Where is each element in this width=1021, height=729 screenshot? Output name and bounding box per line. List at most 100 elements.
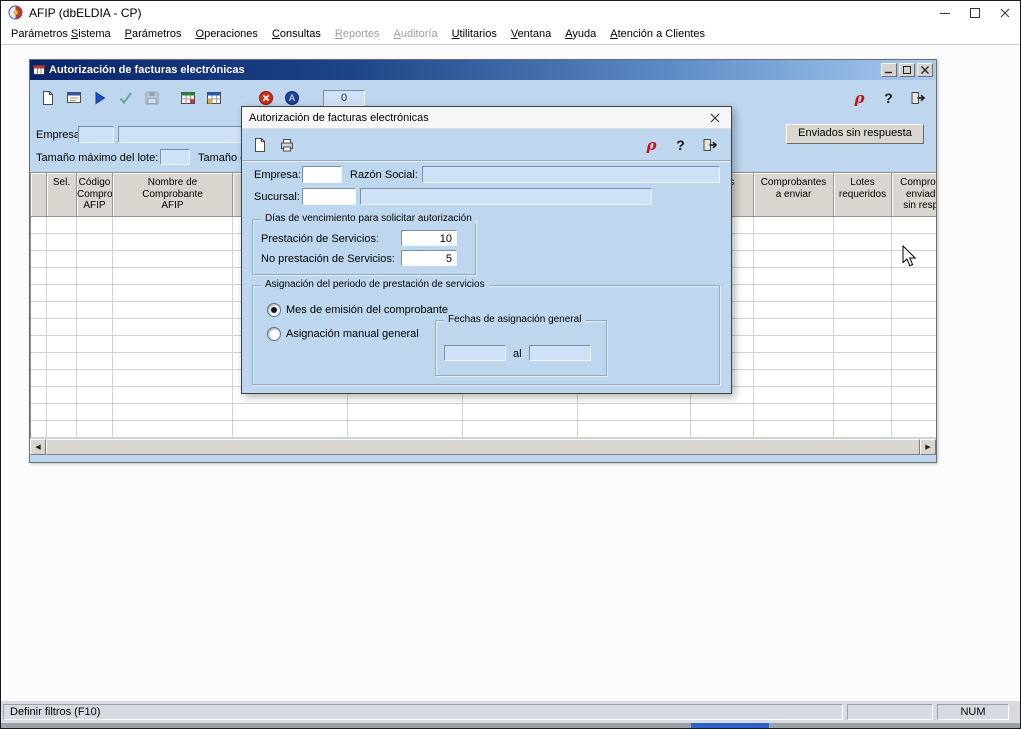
column-header[interactable] — [31, 173, 47, 217]
table-cell — [834, 353, 892, 370]
results-grid-button[interactable] — [201, 86, 226, 111]
table-green-icon — [180, 90, 196, 106]
table-cell — [834, 302, 892, 319]
dialog-titlebar[interactable]: Autorización de facturas electrónicas — [242, 107, 731, 129]
table-cell — [47, 268, 77, 285]
menu-item-ventana[interactable]: Ventana — [504, 25, 558, 43]
new-button[interactable] — [35, 86, 60, 111]
table-cell — [754, 302, 834, 319]
no-prestacion-dias-field[interactable]: 5 — [401, 250, 457, 266]
maximize-icon[interactable] — [960, 1, 990, 24]
status-panel-empty — [847, 704, 933, 720]
column-header[interactable]: Comprobantes a enviar — [754, 173, 834, 217]
table-cell — [31, 268, 47, 285]
table-cell — [31, 285, 47, 302]
save-icon — [144, 90, 160, 106]
dialog-print-button[interactable] — [274, 132, 299, 157]
dialog-toolbar-right: ρ ? — [639, 132, 722, 157]
table-cell — [834, 319, 892, 336]
sucursal-field[interactable] — [302, 188, 356, 205]
table-cell — [691, 404, 754, 421]
enviados-sin-respuesta-button[interactable]: Enviados sin respuesta — [786, 124, 924, 144]
dialog-filter-button[interactable]: ρ — [639, 132, 664, 157]
table-cell — [77, 404, 113, 421]
table-cell — [892, 268, 936, 285]
table-row[interactable] — [31, 421, 936, 438]
table-cell — [31, 336, 47, 353]
table-cell — [754, 353, 834, 370]
sucursal-label: Sucursal: — [254, 191, 300, 203]
filter-icon: ρ — [647, 136, 657, 154]
table-cell — [233, 421, 348, 438]
menu-item-consultas[interactable]: Consultas — [265, 25, 328, 43]
table-cell — [31, 251, 47, 268]
dialog-new-button[interactable] — [247, 132, 272, 157]
menu-item-parametros[interactable]: Parámetros — [118, 25, 189, 43]
table-cell — [77, 251, 113, 268]
table-cell — [77, 421, 113, 438]
exit-button[interactable] — [905, 86, 930, 111]
window-title: AFIP (dbELDIA - CP) — [29, 6, 141, 20]
radio-mes-emision[interactable] — [267, 303, 281, 317]
filter-button[interactable]: ρ — [847, 86, 872, 111]
minimize-icon[interactable] — [930, 1, 960, 24]
column-header[interactable]: Sel. — [47, 173, 77, 217]
table-cell — [892, 353, 936, 370]
column-header[interactable]: Comproba enviado sin respu — [892, 173, 936, 217]
column-header[interactable]: Nombre de Comprobante AFIP — [113, 173, 233, 217]
close-icon[interactable] — [990, 1, 1020, 24]
lote-maximo-label: Tamaño máximo del lote: — [36, 152, 158, 164]
menu-item-utilitarios[interactable]: Utilitarios — [445, 25, 504, 43]
table-cell — [47, 234, 77, 251]
menu-item-ayuda[interactable]: Ayuda — [558, 25, 603, 43]
scroll-thumb[interactable] — [46, 439, 920, 455]
filter-icon: ρ — [855, 89, 865, 107]
table-cell — [834, 387, 892, 404]
radio-asignacion-manual[interactable] — [267, 327, 281, 341]
fechas-groupbox: Fechas de asignación general al — [435, 320, 607, 376]
fecha-hasta-field — [529, 345, 591, 361]
table-row[interactable] — [31, 404, 936, 421]
child-close-icon[interactable] — [917, 63, 933, 77]
table-cell — [892, 336, 936, 353]
autorizacion-dialog: Autorización de facturas electrónicas ρ … — [241, 106, 732, 394]
child-minimize-icon[interactable] — [881, 63, 897, 77]
column-header[interactable]: Código Comprob. AFIP — [77, 173, 113, 217]
table-cell — [77, 319, 113, 336]
table-cell — [892, 404, 936, 421]
app-icon[interactable] — [8, 5, 23, 20]
table-cell — [31, 421, 47, 438]
menu-item-atencion-a-clientes[interactable]: Atención a Clientes — [603, 25, 712, 43]
blue-circle-icon: A — [284, 90, 300, 106]
no-prestacion-label: No prestación de Servicios: — [261, 253, 395, 265]
menu-item-auditoria: Auditoría — [387, 25, 445, 43]
table-cell — [754, 234, 834, 251]
child-titlebar[interactable]: Autorización de facturas electrónicas — [30, 60, 936, 80]
help-button[interactable]: ? — [876, 86, 901, 111]
properties-button[interactable] — [61, 86, 86, 111]
main-titlebar: AFIP (dbELDIA - CP) — [1, 1, 1020, 24]
table-cell — [47, 285, 77, 302]
column-header[interactable]: Lotes requeridos — [834, 173, 892, 217]
table-cell — [113, 404, 233, 421]
menu-item-operaciones[interactable]: Operaciones — [189, 25, 265, 43]
dialog-help-button[interactable]: ? — [668, 132, 693, 157]
dialog-empresa-field[interactable] — [302, 166, 342, 183]
run-button[interactable] — [87, 86, 112, 111]
confirm-button — [113, 86, 138, 111]
form-icon — [66, 90, 82, 106]
dialog-close-icon[interactable] — [699, 107, 731, 128]
prestacion-dias-field[interactable]: 10 — [401, 230, 457, 246]
batch-grid-button[interactable] — [175, 86, 200, 111]
horizontal-scrollbar[interactable]: ◀ ▶ — [30, 439, 936, 455]
table-cell — [113, 302, 233, 319]
table-cell — [77, 353, 113, 370]
child-maximize-icon[interactable] — [899, 63, 915, 77]
status-bar: Definir filtros (F10) NUM — [1, 701, 1020, 723]
scroll-left-icon[interactable]: ◀ — [30, 439, 46, 455]
menu-item-parametros-sistema[interactable]: Parámetros Sistema — [4, 25, 118, 43]
dialog-exit-button[interactable] — [697, 132, 722, 157]
scroll-right-icon[interactable]: ▶ — [920, 439, 936, 455]
table-cell — [834, 268, 892, 285]
window-icon — [33, 64, 45, 76]
